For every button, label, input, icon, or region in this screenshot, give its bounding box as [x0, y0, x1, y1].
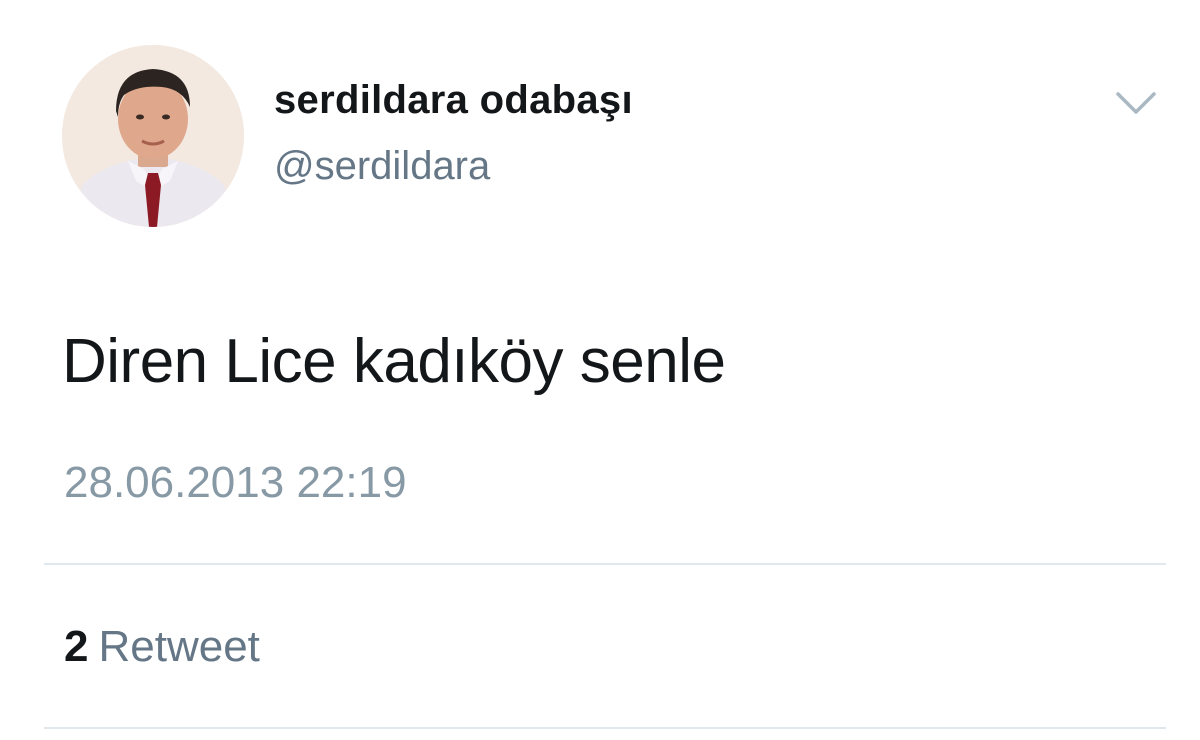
divider: [44, 727, 1166, 729]
tweet-timestamp[interactable]: 28.06.2013 22:19: [64, 458, 407, 508]
retweet-count: 2: [64, 622, 89, 671]
tweet-card: serdildara odabaşı @serdildara Diren Lic…: [0, 0, 1200, 740]
chevron-down-icon[interactable]: [1110, 84, 1162, 124]
divider: [44, 563, 1166, 565]
user-handle[interactable]: @serdildara: [274, 144, 490, 189]
tweet-text: Diren Lice kadıköy senle: [62, 327, 726, 396]
avatar-image: [62, 45, 244, 227]
retweet-label: Retweet: [98, 622, 260, 671]
display-name[interactable]: serdildara odabaşı: [274, 78, 633, 123]
avatar[interactable]: [62, 45, 244, 227]
retweet-stats[interactable]: 2 Retweet: [64, 622, 260, 672]
